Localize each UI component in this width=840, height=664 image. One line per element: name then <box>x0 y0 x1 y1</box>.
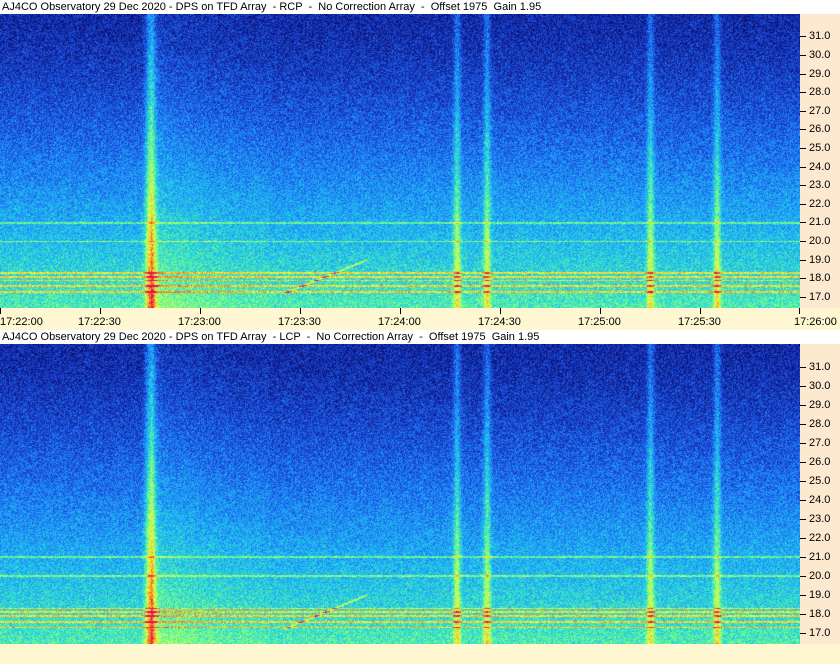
time-tick <box>400 308 401 314</box>
freq-tick <box>800 462 806 463</box>
freq-tick <box>800 111 806 112</box>
freq-tick-label: 19.0 <box>809 254 831 266</box>
freq-tick-label: 29.0 <box>809 399 831 411</box>
time-tick <box>100 308 101 314</box>
freq-tick <box>800 185 806 186</box>
freq-tick <box>800 278 806 279</box>
freq-tick <box>800 260 806 261</box>
time-tick <box>500 308 501 314</box>
freq-tick-label: 17.0 <box>809 627 831 639</box>
spectrogram-rcp <box>0 14 800 308</box>
freq-tick <box>800 297 806 298</box>
freq-tick-label: 22.0 <box>809 198 831 210</box>
freq-tick-label: 18.0 <box>809 608 831 620</box>
freq-tick-label: 30.0 <box>809 49 831 61</box>
freq-tick <box>800 538 806 539</box>
freq-tick <box>800 74 806 75</box>
freq-tick-label: 27.0 <box>809 105 831 117</box>
freq-tick <box>800 241 806 242</box>
time-tick-label: 17:22:00 <box>0 316 43 328</box>
time-tick <box>200 308 201 314</box>
time-tick <box>0 308 1 314</box>
freq-tick-label: 31.0 <box>809 30 831 42</box>
freq-tick <box>800 129 806 130</box>
freq-tick-label: 18.0 <box>809 272 831 284</box>
freq-tick-label: 31.0 <box>809 361 831 373</box>
freq-tick <box>800 148 806 149</box>
freq-tick-label: 24.0 <box>809 161 831 173</box>
freq-tick-label: 22.0 <box>809 532 831 544</box>
freq-tick <box>800 519 806 520</box>
time-axis-rcp: 17:22:00 17:22:30 17:23:00 17:23:30 17:24:00… <box>0 308 840 330</box>
time-tick <box>799 308 800 314</box>
freq-tick <box>800 576 806 577</box>
spectrogram-lcp <box>0 344 800 644</box>
freq-tick-label: 21.0 <box>809 216 831 228</box>
time-tick-label: 17:22:30 <box>78 316 121 328</box>
freq-tick <box>800 614 806 615</box>
freq-tick-label: 21.0 <box>809 551 831 563</box>
freq-tick-label: 26.0 <box>809 456 831 468</box>
freq-tick-label: 25.0 <box>809 142 831 154</box>
time-tick <box>300 308 301 314</box>
freq-tick <box>800 92 806 93</box>
freq-tick <box>800 204 806 205</box>
freq-tick <box>800 386 806 387</box>
freq-tick <box>800 557 806 558</box>
time-tick <box>700 308 701 314</box>
spectrogram-title-lcp: AJ4CO Observatory 29 Dec 2020 - DPS on T… <box>0 330 840 344</box>
freq-tick-label: 17.0 <box>809 291 831 303</box>
freq-tick-label: 19.0 <box>809 589 831 601</box>
spectrogram-title-rcp: AJ4CO Observatory 29 Dec 2020 - DPS on T… <box>0 0 840 14</box>
time-tick-label: 17:23:00 <box>178 316 221 328</box>
freq-tick-label: 27.0 <box>809 437 831 449</box>
freq-tick-label: 30.0 <box>809 380 831 392</box>
freq-tick-label: 24.0 <box>809 494 831 506</box>
freq-tick <box>800 55 806 56</box>
time-tick-label: 17:25:00 <box>578 316 621 328</box>
time-tick-label: 17:25:30 <box>678 316 721 328</box>
freq-tick-label: 26.0 <box>809 123 831 135</box>
freq-tick <box>800 222 806 223</box>
freq-tick-label: 25.0 <box>809 475 831 487</box>
freq-tick <box>800 36 806 37</box>
freq-tick-label: 20.0 <box>809 570 831 582</box>
freq-tick-label: 29.0 <box>809 68 831 80</box>
time-tick-label: 17:23:30 <box>278 316 321 328</box>
freq-tick <box>800 367 806 368</box>
freq-tick <box>800 167 806 168</box>
frequency-axis-lcp: 31.0 30.0 29.0 28.0 27.0 26.0 25.0 24.0 23.0 22.0… <box>800 344 840 644</box>
bottom-strip <box>0 644 840 664</box>
spectrogram-canvas-lcp <box>0 344 800 644</box>
freq-tick <box>800 595 806 596</box>
freq-tick <box>800 481 806 482</box>
time-tick <box>600 308 601 314</box>
freq-tick <box>800 500 806 501</box>
freq-tick-label: 28.0 <box>809 418 831 430</box>
freq-tick-label: 23.0 <box>809 513 831 525</box>
frequency-axis-rcp: 31.0 30.0 29.0 28.0 27.0 26.0 25.0 24.0 23.0 22.0… <box>800 14 840 308</box>
freq-tick-label: 23.0 <box>809 179 831 191</box>
time-tick-label: 17:24:30 <box>478 316 521 328</box>
freq-tick <box>800 424 806 425</box>
freq-tick-label: 20.0 <box>809 235 831 247</box>
freq-tick <box>800 443 806 444</box>
spectrogram-canvas-rcp <box>0 14 800 308</box>
time-tick-label: 17:24:00 <box>378 316 421 328</box>
freq-tick <box>800 405 806 406</box>
freq-tick <box>800 633 806 634</box>
freq-tick-label: 28.0 <box>809 86 831 98</box>
time-tick-label: 17:26:00 <box>794 316 837 328</box>
